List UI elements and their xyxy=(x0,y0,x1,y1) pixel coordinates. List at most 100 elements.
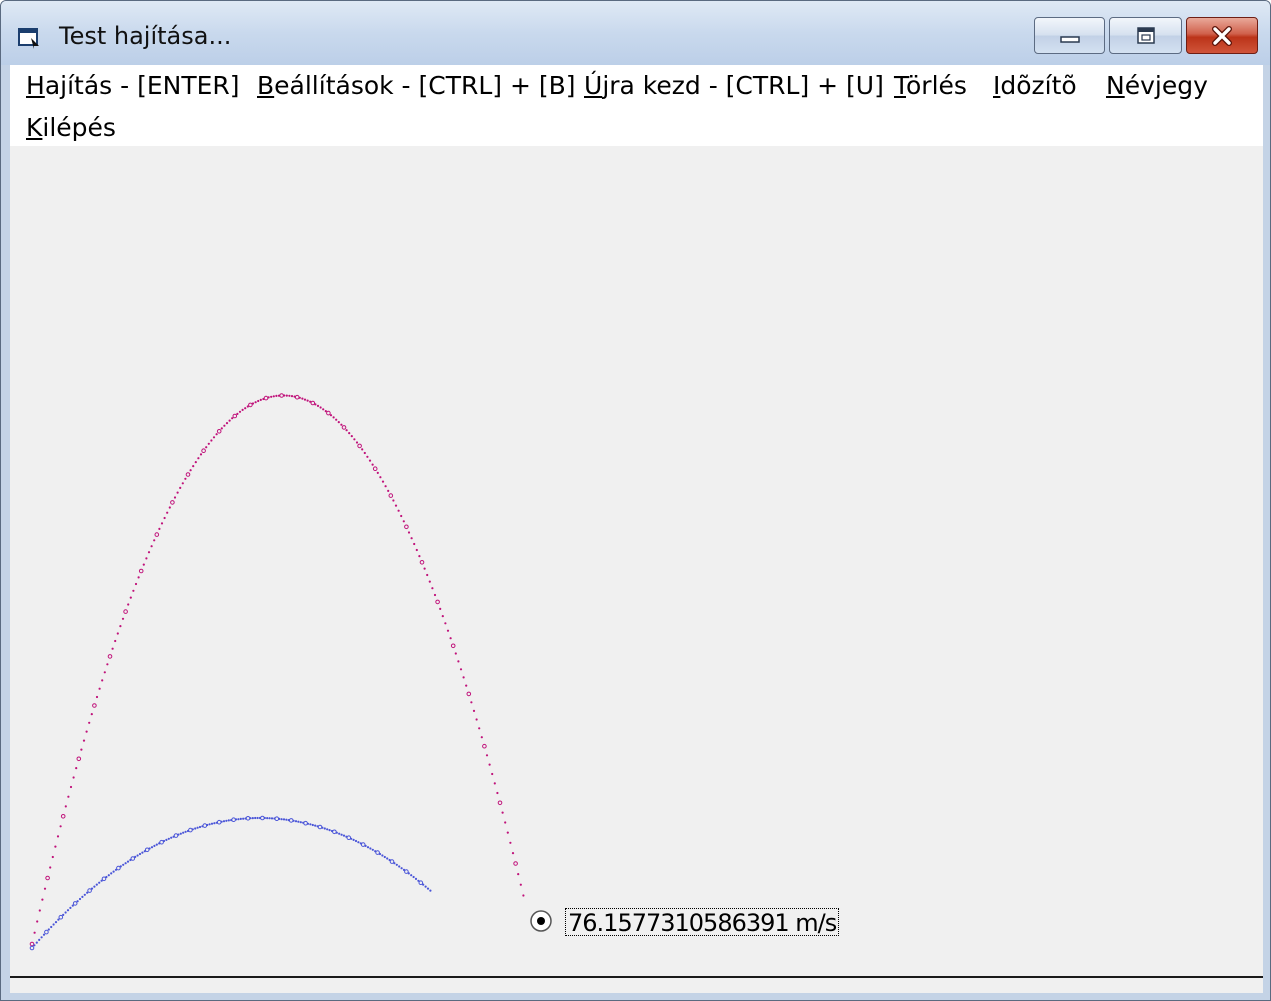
blue-trajectory-dot xyxy=(210,822,214,825)
pink-trajectory-dot xyxy=(488,763,491,766)
pink-trajectory-dot xyxy=(168,506,171,509)
blue-trajectory-dot xyxy=(422,883,425,886)
blue-trajectory-dot xyxy=(165,838,168,842)
blue-trajectory-dot xyxy=(323,827,326,830)
pink-trajectory-dot xyxy=(371,463,374,466)
pink-trajectory-dot xyxy=(439,607,442,610)
pink-trajectory-dot xyxy=(345,429,348,432)
pink-trajectory-dot xyxy=(475,718,478,721)
pink-trajectory-dot xyxy=(517,873,520,876)
pink-trajectory-dot xyxy=(419,560,425,565)
blue-trajectory-dot xyxy=(170,836,173,839)
blue-trajectory-dot xyxy=(78,897,82,901)
menu-idozito[interactable]: Idõzítõ xyxy=(993,71,1077,100)
pink-trajectory-dot xyxy=(184,477,187,480)
pink-trajectory-dot xyxy=(220,427,223,430)
drawing-area[interactable]: 76.1577310586391 m/s xyxy=(10,146,1263,977)
pink-trajectory-dot xyxy=(504,821,507,824)
pink-trajectory-dot xyxy=(259,398,262,401)
maximize-button[interactable] xyxy=(1109,17,1182,54)
blue-trajectory-dot xyxy=(42,933,46,936)
blue-trajectory-dot xyxy=(335,831,338,834)
menu-beallitasok[interactable]: Beállítások - [CTRL] + [B] xyxy=(257,71,576,100)
menu-nevjegy[interactable]: Névjegy xyxy=(1106,71,1208,100)
pink-trajectory-dot xyxy=(223,424,226,427)
blue-trajectory-dot xyxy=(101,876,107,882)
blue-trajectory-dot xyxy=(389,859,395,864)
radio-button[interactable] xyxy=(529,909,553,933)
pink-trajectory-dot xyxy=(366,455,369,458)
pink-trajectory-dot xyxy=(478,727,481,730)
blue-trajectory-dot xyxy=(242,817,245,820)
blue-trajectory-dot xyxy=(52,923,55,926)
blue-trajectory-dot xyxy=(105,875,108,879)
blue-trajectory-dot xyxy=(407,872,410,875)
pink-trajectory-dot xyxy=(522,894,525,897)
blue-trajectory-dot xyxy=(33,944,36,947)
close-button[interactable] xyxy=(1186,17,1258,54)
menu-hajitas[interactable]: Hajítás - [ENTER] xyxy=(26,71,240,100)
pink-trajectory-dot xyxy=(279,393,284,398)
blue-trajectory-dot xyxy=(122,863,125,866)
minimize-button[interactable] xyxy=(1034,17,1105,54)
pink-trajectory-dot xyxy=(129,596,132,599)
pink-trajectory-dot xyxy=(147,551,151,554)
pink-trajectory-dot xyxy=(444,622,447,625)
blue-trajectory-dot xyxy=(328,829,331,832)
pink-trajectory-dot xyxy=(49,866,52,869)
close-icon xyxy=(1212,25,1232,46)
pink-trajectory-dot xyxy=(402,520,405,523)
app-window: Test hajítása... Hajítás - [ENTER] Beáll… xyxy=(0,0,1271,1001)
blue-trajectory-dot xyxy=(294,820,298,823)
pink-trajectory-dot xyxy=(76,756,82,762)
pink-trajectory-dot xyxy=(310,400,316,406)
pink-trajectory-dot xyxy=(199,453,203,456)
menu-kilepes[interactable]: Kilépés xyxy=(26,113,116,142)
blue-trajectory-dot xyxy=(148,847,151,850)
pink-trajectory-dot xyxy=(332,416,335,419)
pink-trajectory-dot xyxy=(192,465,195,468)
blue-trajectory-dot xyxy=(194,827,197,830)
pink-trajectory-dot xyxy=(257,399,260,403)
pink-trajectory-dot xyxy=(501,811,504,814)
pink-trajectory-dot xyxy=(101,679,104,682)
blue-trajectory-dot xyxy=(412,875,415,879)
blue-trajectory-dot xyxy=(383,855,386,859)
menu-torles[interactable]: Törlés xyxy=(894,71,967,100)
window-icon[interactable] xyxy=(17,26,41,50)
pink-trajectory-dot xyxy=(428,580,431,583)
blue-trajectory-dot xyxy=(326,828,329,831)
blue-trajectory-dot xyxy=(225,819,228,822)
pink-trajectory-dot xyxy=(316,404,320,407)
pink-trajectory-dot xyxy=(275,394,278,397)
blue-trajectory-dot xyxy=(251,817,254,820)
pink-trajectory-dot xyxy=(121,617,125,620)
blue-trajectory-dot xyxy=(352,838,355,842)
title-bar[interactable]: Test hajítása... xyxy=(1,1,1270,65)
pink-trajectory-dot xyxy=(72,776,75,779)
pink-trajectory-dot xyxy=(387,489,390,492)
pink-trajectory-dot xyxy=(185,472,191,477)
pink-trajectory-dot xyxy=(513,861,518,866)
pink-trajectory-dot xyxy=(166,511,169,514)
blue-trajectory-dot xyxy=(239,817,242,821)
pink-trajectory-dot xyxy=(111,647,114,650)
pink-trajectory-dot xyxy=(350,435,353,438)
blue-trajectory-dot xyxy=(280,818,283,821)
blue-trajectory-dot xyxy=(64,911,67,914)
blue-trajectory-dot xyxy=(245,816,251,821)
pink-trajectory-dot xyxy=(38,909,41,912)
blue-trajectory-dot xyxy=(130,856,136,861)
blue-trajectory-dot xyxy=(144,847,150,853)
menu-ujra-kezd[interactable]: Újra kezd - [CTRL] + [U] xyxy=(584,71,884,100)
blue-trajectory-dot xyxy=(309,823,312,826)
pink-trajectory-dot xyxy=(56,835,60,838)
pink-trajectory-dot xyxy=(314,403,317,406)
status-strip xyxy=(10,978,1263,993)
pink-trajectory-dot xyxy=(95,695,99,699)
menu-bar: Hajítás - [ENTER] Beállítások - [CTRL] +… xyxy=(10,65,1263,146)
blue-trajectory-dot xyxy=(58,914,64,920)
pink-trajectory-dot xyxy=(450,643,456,649)
pink-trajectory-dot xyxy=(241,408,244,411)
blue-trajectory-dot xyxy=(66,909,70,912)
